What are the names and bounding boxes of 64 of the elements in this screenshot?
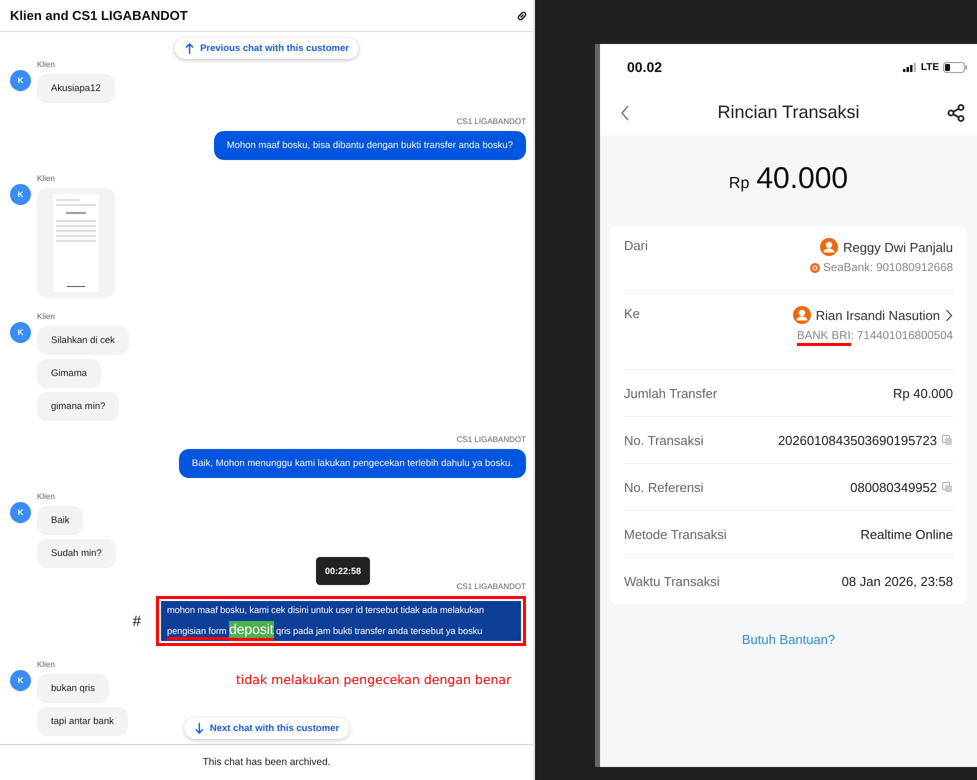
detail-value: Rp 40.000	[893, 386, 953, 400]
sender-name: Klien	[37, 492, 55, 502]
message-bubble: Silahkan di cek	[37, 326, 129, 355]
detail-value: Realtime Online	[860, 526, 953, 542]
help-link[interactable]: Butuh Bantuan?	[742, 632, 836, 647]
copy-icon[interactable]	[942, 434, 953, 446]
back-icon[interactable]	[620, 104, 630, 120]
sender-name: Klien	[37, 660, 55, 670]
sender-name: CS1 LIGABANDOT	[456, 435, 526, 445]
party-name: Rian Irsandi Nasution	[816, 308, 940, 322]
previous-chat-button[interactable]: Previous chat with this customer	[174, 38, 359, 59]
person-icon	[820, 238, 838, 256]
party-name: Reggy Dwi Panjalu	[843, 240, 953, 254]
avatar: K	[10, 502, 31, 523]
avatar: K	[10, 70, 31, 91]
detail-label: Metode Transaksi	[624, 526, 727, 542]
archived-notice: This chat has been archived.	[202, 757, 330, 768]
message-bubble: Baik, Mohon menunggu kami lakukan pengecekan terlebih dahulu ya bosku.	[178, 449, 526, 478]
sender-name: CS1 LIGABANDOT	[456, 582, 526, 592]
sender-name: Klien	[37, 60, 55, 70]
message-bubble: bukan qris	[37, 674, 109, 703]
person-icon	[792, 306, 811, 324]
timestamp-tooltip: 00:22:58	[316, 557, 370, 585]
message-bubble: Akusiapa12	[37, 74, 115, 103]
detail-label: No. Transaksi	[624, 432, 704, 448]
message-bubble: Mohon maaf bosku, bisa dibantu dengan bukti transfer anda bosku?	[214, 131, 526, 160]
detail-value: 08 Jan 2026, 23:58	[842, 574, 953, 588]
message-bubble: gimana min?	[37, 392, 120, 421]
detail-label: No. Referensi	[624, 480, 704, 494]
copy-icon[interactable]	[942, 482, 953, 492]
message-bubble: Baik	[37, 506, 84, 535]
detail-label: Jumlah Transfer	[624, 386, 718, 400]
status-time: 00.02	[627, 59, 662, 75]
annotation-note: tidak melakukan pengecekan dengan benar	[236, 672, 512, 687]
detail-value: 080080349952	[850, 480, 937, 494]
message-bubble: Sudah min?	[37, 539, 116, 568]
detail-label: Ke	[624, 306, 640, 321]
detail-label: Waktu Transaksi	[624, 574, 720, 588]
chat-title: Klien and CS1 LIGABANDOT	[10, 8, 188, 23]
signal-icon	[902, 62, 917, 72]
share-icon[interactable]	[947, 104, 965, 122]
message-bubble: Gimama	[37, 359, 101, 388]
arrow-down-icon	[194, 722, 204, 735]
avatar: K	[10, 670, 31, 691]
chevron-right-icon[interactable]	[945, 308, 953, 322]
link-icon[interactable]	[516, 10, 528, 22]
detail-label: Dari	[624, 238, 648, 253]
sender-name: Klien	[37, 312, 55, 322]
amount: 40.000	[756, 162, 848, 196]
message-bubble: mohon maaf bosku, kami cek disini untuk user id tersebut tidak ada melakukan pengisian form deposit qris pada jam bukti transfer anda tersebut ya bosku	[156, 596, 526, 646]
hash-mark: #	[132, 612, 141, 630]
avatar: K	[10, 322, 31, 343]
battery-icon	[943, 62, 967, 72]
screen-title: Rincian Transaksi	[717, 102, 860, 123]
avatar: K	[10, 184, 31, 205]
sender-name: CS1 LIGABANDOT	[456, 117, 526, 127]
currency-label: Rp	[728, 175, 750, 193]
arrow-up-icon	[184, 42, 194, 55]
account-number: SeaBank: 901080912668	[823, 262, 953, 274]
detail-value: 2026010843503690195723	[778, 432, 937, 448]
next-chat-button[interactable]: Next chat with this customer	[184, 718, 350, 739]
sender-name: Klien	[37, 174, 55, 184]
network-label: LTE	[920, 62, 939, 72]
message-bubble: tapi antar bank	[37, 707, 128, 736]
